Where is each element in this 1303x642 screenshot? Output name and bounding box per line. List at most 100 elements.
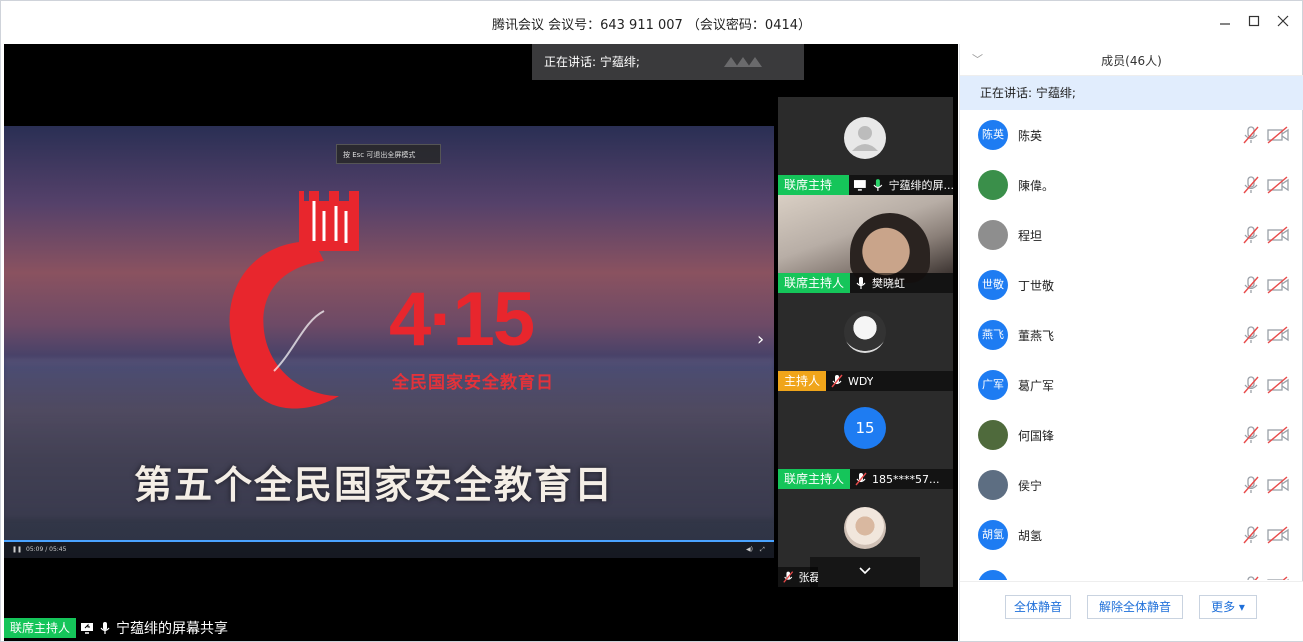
member-name: 董燕飞 (1018, 329, 1055, 343)
mic-muted-icon[interactable] (1242, 226, 1260, 244)
shared-video[interactable]: 按 Esc 可退出全屏模式 4·15 全民国家安全教育日 第五个全民国家安全教育… (4, 126, 774, 558)
mic-muted-icon (783, 571, 794, 583)
tile-name: 张磊 (798, 571, 818, 584)
member-row[interactable] (960, 560, 1303, 580)
speaking-text: 正在讲话: 宁蕴绯; (544, 55, 640, 69)
member-row[interactable]: 世敬 丁世敬 (960, 260, 1303, 310)
co-host-tag: 联席主持人 (778, 175, 850, 195)
volume-icon[interactable]: ◀) (746, 542, 753, 558)
members-panel: ﹀ 成员(46人) 正在讲话: 宁蕴绯; 陈英 陈英 陳偉。 程坦 世敬 丁世敬 燕飞 董燕飞… (959, 44, 1303, 641)
member-name: 丁世敬 (1018, 279, 1055, 293)
number-avatar: 15 (844, 407, 886, 449)
member-list[interactable]: 陈英 陈英 陳偉。 程坦 世敬 丁世敬 燕飞 董燕飞 广军 葛广军 何国锋 侯宁 胡氢 胡氢 (960, 110, 1303, 580)
camera-off-icon[interactable] (1267, 576, 1289, 580)
member-row[interactable]: 何国锋 (960, 410, 1303, 460)
default-avatar (844, 117, 886, 159)
host-tag: 主持人 (778, 371, 827, 391)
member-avatar: 世敬 (978, 270, 1008, 300)
unmute-all-button[interactable]: 解除全体静音 (1087, 595, 1183, 619)
pause-icon[interactable]: ❚❚ (12, 542, 22, 558)
close-icon (1277, 15, 1289, 27)
next-page-arrow-icon[interactable]: › (757, 329, 764, 350)
member-avatar: 陈英 (978, 120, 1008, 150)
mic-muted-icon[interactable] (1242, 276, 1260, 294)
minimize-icon (1220, 23, 1230, 25)
mic-active-icon (873, 179, 883, 191)
tile-label: 主持人 WDY (778, 371, 953, 391)
fullscreen-icon[interactable]: ⤢ (760, 542, 765, 558)
member-name: 侯宁 (1018, 479, 1043, 493)
participant-tile[interactable]: 张磊 (778, 489, 953, 587)
camera-off-icon[interactable] (1267, 276, 1289, 294)
camera-off-icon[interactable] (1267, 226, 1289, 244)
meeting-window: 腾讯会议 会议号：643 911 007 （会议密码：0414） 正在讲话: 宁… (0, 0, 1303, 642)
camera-off-icon[interactable] (1267, 126, 1289, 144)
member-avatar (978, 420, 1008, 450)
window-title: 腾讯会议 会议号：643 911 007 （会议密码：0414） (491, 18, 812, 33)
speaking-banner: 正在讲话: 宁蕴绯; (532, 44, 804, 80)
members-footer: 全体静音 解除全体静音 更多 ▾ (960, 581, 1303, 641)
share-label-bar: 联席主持人 宁蕴绯的屏幕共享 (4, 615, 228, 641)
participant-avatar (844, 311, 886, 353)
participant-tile[interactable]: 15 联席主持人 185****57... (778, 391, 953, 489)
camera-off-icon[interactable] (1267, 176, 1289, 194)
screen-share-icon (81, 623, 94, 634)
mic-icon (100, 622, 110, 634)
screen-share-icon (854, 180, 866, 191)
mic-muted-icon[interactable] (1242, 576, 1260, 580)
member-row[interactable]: 陳偉。 (960, 160, 1303, 210)
member-row[interactable]: 胡氢 胡氢 (960, 510, 1303, 560)
scroll-down-button[interactable] (810, 557, 920, 587)
member-row[interactable]: 侯宁 (960, 460, 1303, 510)
camera-off-icon[interactable] (1267, 526, 1289, 544)
co-host-tag: 联席主持人 (4, 618, 77, 638)
member-name: 程坦 (1018, 229, 1043, 243)
participant-tile[interactable]: 主持人 WDY (778, 293, 953, 391)
tile-label: 张磊 (778, 567, 818, 587)
member-row[interactable]: 广军 葛广军 (960, 360, 1303, 410)
participant-tile[interactable]: 联席主持人 宁蕴绯的屏... (778, 97, 953, 195)
camera-off-icon[interactable] (1267, 426, 1289, 444)
mic-muted-icon[interactable] (1242, 376, 1260, 394)
tile-name: 宁蕴绯的屏... (888, 179, 953, 192)
maximize-button[interactable] (1243, 12, 1265, 34)
camera-off-icon[interactable] (1267, 476, 1289, 494)
participant-tile[interactable]: 联席主持人 樊晓虹 (778, 195, 953, 293)
more-button[interactable]: 更多 ▾ (1199, 595, 1257, 619)
member-row[interactable]: 燕飞 董燕飞 (960, 310, 1303, 360)
mic-muted-icon (855, 472, 867, 486)
mic-muted-icon[interactable] (1242, 326, 1260, 344)
shared-screen-area: 正在讲话: 宁蕴绯; 按 Esc 可退出全屏模式 4·15 全民国家安全教育日 … (4, 44, 958, 641)
co-host-tag: 联席主持人 (778, 469, 851, 489)
chevron-down-icon (859, 567, 871, 575)
maximize-icon (1248, 15, 1260, 27)
member-avatar (978, 470, 1008, 500)
member-avatar: 广军 (978, 370, 1008, 400)
mic-muted-icon[interactable] (1242, 476, 1260, 494)
date-number: 4·15 (389, 277, 535, 362)
camera-off-icon[interactable] (1267, 376, 1289, 394)
mic-muted-icon[interactable] (1242, 126, 1260, 144)
mic-muted-icon[interactable] (1242, 526, 1260, 544)
member-row[interactable]: 程坦 (960, 210, 1303, 260)
member-name: 何国锋 (1018, 429, 1055, 443)
video-time: 05:09 / 05:45 (26, 546, 67, 553)
red-subtitle: 全民国家安全教育日 (392, 373, 554, 393)
member-avatar (978, 570, 1008, 580)
tile-name: 樊晓虹 (872, 277, 906, 290)
great-wall-logo-icon (229, 191, 359, 409)
mic-muted-icon[interactable] (1242, 176, 1260, 194)
minimize-button[interactable] (1214, 12, 1236, 34)
members-header: ﹀ 成员(46人) (960, 44, 1303, 76)
title-bar: 腾讯会议 会议号：643 911 007 （会议密码：0414） (1, 1, 1302, 44)
co-host-tag: 联席主持人 (778, 273, 851, 293)
member-name: 陳偉。 (1018, 179, 1055, 193)
member-name: 葛广军 (1018, 379, 1055, 393)
mute-all-button[interactable]: 全体静音 (1005, 595, 1071, 619)
camera-off-icon[interactable] (1267, 326, 1289, 344)
member-row[interactable]: 陈英 陈英 (960, 110, 1303, 160)
members-title: 成员(46人) (1101, 54, 1162, 68)
tile-name: WDY (848, 374, 874, 388)
mic-muted-icon[interactable] (1242, 426, 1260, 444)
close-button[interactable] (1272, 12, 1294, 34)
